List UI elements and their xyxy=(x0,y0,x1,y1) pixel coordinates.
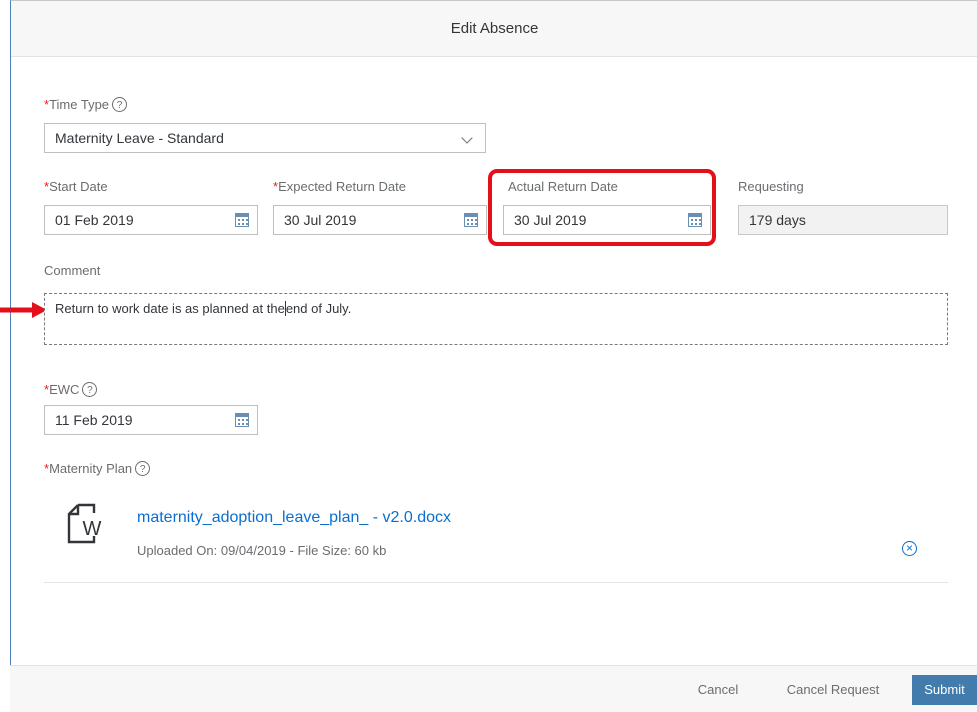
file-size: File Size: 60 kb xyxy=(297,543,387,558)
chevron-down-icon[interactable] xyxy=(461,132,473,144)
time-type-label: *Time Type? xyxy=(44,97,128,113)
comment-label: Comment xyxy=(44,263,101,278)
attachment-file-link[interactable]: maternity_adoption_leave_plan_ - v2.0.do… xyxy=(137,509,451,527)
time-type-select[interactable]: Maternity Leave - Standard xyxy=(44,123,486,153)
svg-text:W: W xyxy=(83,518,102,540)
cancel-button[interactable]: Cancel xyxy=(683,675,753,705)
ewc-date-input[interactable]: 11 Feb 2019 xyxy=(44,405,258,435)
divider xyxy=(44,582,948,583)
requesting-value: 179 days xyxy=(738,205,948,235)
calendar-icon[interactable] xyxy=(464,213,478,227)
start-date-label: *Start Date xyxy=(44,179,108,194)
dialog-footer: Cancel Cancel Request Submit xyxy=(10,665,977,712)
edit-absence-dialog: Edit Absence xyxy=(10,0,977,712)
maternity-plan-label: *Maternity Plan? xyxy=(44,461,151,477)
submit-button[interactable]: Submit xyxy=(912,675,977,705)
comment-textarea[interactable]: Return to work date is as planned at the… xyxy=(44,293,948,345)
attachment-meta: Uploaded On: 09/04/2019 - File Size: 60 … xyxy=(137,543,387,558)
ewc-label: *EWC? xyxy=(44,382,98,398)
requesting-label: Requesting xyxy=(738,179,804,194)
cancel-request-button[interactable]: Cancel Request xyxy=(763,675,903,705)
calendar-icon[interactable] xyxy=(235,213,249,227)
help-icon[interactable]: ? xyxy=(82,382,98,398)
remove-attachment-icon[interactable]: × xyxy=(902,541,917,556)
help-icon[interactable]: ? xyxy=(112,97,128,113)
word-document-icon: W xyxy=(67,503,102,544)
start-date-input[interactable]: 01 Feb 2019 xyxy=(44,205,258,235)
calendar-icon[interactable] xyxy=(235,413,249,427)
annotation-arrow-icon xyxy=(0,302,47,318)
annotation-highlight-box xyxy=(488,169,716,246)
expected-return-date-input[interactable]: 30 Jul 2019 xyxy=(273,205,487,235)
dialog-title: Edit Absence xyxy=(11,1,977,57)
upload-date: Uploaded On: 09/04/2019 xyxy=(137,543,286,558)
help-icon[interactable]: ? xyxy=(135,461,151,477)
expected-return-date-label: *Expected Return Date xyxy=(273,179,406,194)
